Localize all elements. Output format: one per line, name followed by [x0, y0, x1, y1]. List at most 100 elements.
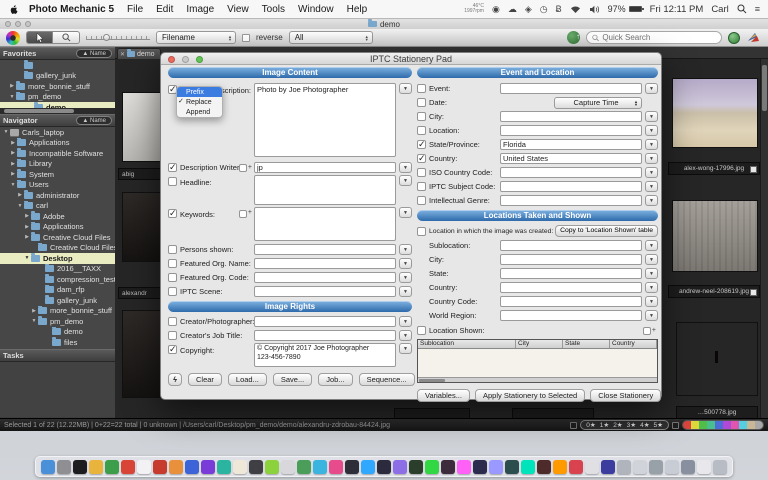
dock-app-icon[interactable] [553, 459, 567, 474]
clock-icon[interactable]: ◷ [540, 4, 548, 15]
disclosure-arrow-icon[interactable]: ▼ [2, 129, 10, 135]
disclosure-arrow-icon[interactable]: ▶ [8, 83, 16, 89]
slider-thumb[interactable] [103, 34, 110, 41]
featured-org-name-input[interactable] [254, 258, 396, 269]
status-badge-icon[interactable] [728, 31, 740, 44]
creator-job-title-checkbox[interactable] [168, 331, 177, 340]
shown-city-input[interactable] [500, 254, 642, 265]
state-province-input[interactable] [500, 139, 642, 150]
dock-app-icon[interactable] [281, 459, 295, 474]
volume-icon[interactable] [589, 5, 600, 14]
date-select[interactable]: Capture Time ▲ ▼ [554, 96, 642, 109]
dock-app-icon[interactable] [73, 459, 87, 474]
shown-country-input[interactable] [500, 282, 642, 293]
location-created-checkbox[interactable] [417, 226, 426, 236]
state-province-dropdown-button[interactable]: ▼ [645, 139, 658, 150]
country-input[interactable] [500, 153, 642, 164]
featured-org-code-dropdown-button[interactable]: ▼ [399, 272, 412, 283]
menu-user[interactable]: Carl [711, 4, 728, 15]
dock-app-icon[interactable] [345, 459, 359, 474]
description-dropdown-button[interactable]: ▼ [399, 83, 412, 94]
dock-app-icon[interactable] [681, 459, 695, 474]
creative-cloud-icon[interactable]: ☁ [508, 4, 517, 15]
menu-help[interactable]: Help [347, 4, 368, 15]
dock-app-icon[interactable] [137, 459, 151, 474]
navigator-item[interactable]: ▼ carl [0, 200, 115, 212]
menu-file[interactable]: File [127, 4, 143, 15]
load-button[interactable]: Load... [227, 373, 267, 386]
city-input[interactable] [500, 111, 642, 122]
headline-checkbox[interactable] [168, 177, 177, 186]
world-region-dropdown-button[interactable]: ▼ [645, 310, 658, 321]
menu-item-replace[interactable]: ✓ Replace [177, 97, 222, 107]
copyright-textarea[interactable]: © Copyright 2017 Joe Photographer 123-45… [254, 343, 396, 367]
event-checkbox[interactable] [417, 84, 426, 93]
color-class-swatch[interactable] [747, 421, 755, 429]
country-checkbox[interactable] [417, 153, 426, 164]
navigator-item[interactable]: ▶ Adobe [0, 211, 115, 222]
navigator-sort-button[interactable]: ▲ Name [76, 116, 112, 125]
dock-app-icon[interactable] [361, 459, 375, 474]
menu-app-name[interactable]: Photo Mechanic 5 [29, 4, 114, 15]
disclosure-arrow-icon[interactable]: ▼ [8, 94, 16, 100]
shown-country-dropdown-button[interactable]: ▼ [645, 282, 658, 293]
upload-globe-icon[interactable] [567, 31, 580, 44]
dock-app-icon[interactable] [617, 459, 631, 474]
intellectual-genre-input[interactable] [500, 195, 642, 206]
thumbnail-sunset[interactable] [676, 322, 758, 396]
sequence-button[interactable]: Sequence... [358, 373, 415, 386]
color-class-filter-checkbox[interactable] [672, 421, 679, 429]
iso-country-code-dropdown-button[interactable]: ▼ [645, 167, 658, 178]
date-checkbox[interactable] [417, 98, 426, 107]
reverse-checkbox[interactable] [242, 33, 250, 42]
dock-app-icon[interactable] [57, 459, 71, 474]
close-stationery-button[interactable]: Close Stationery [590, 389, 662, 402]
iso-country-code-input[interactable] [500, 167, 642, 178]
dock-app-icon[interactable] [297, 459, 311, 474]
iptc-scene-input[interactable] [254, 286, 396, 297]
city-checkbox[interactable] [417, 112, 426, 121]
color-class-swatch[interactable] [715, 421, 723, 429]
color-class-swatch[interactable] [723, 421, 731, 429]
description-writers-add-checkbox[interactable] [238, 163, 247, 172]
thumbnail-partial[interactable] [122, 310, 161, 398]
dock-app-icon[interactable] [697, 459, 711, 474]
keywords-add-checkbox[interactable] [238, 210, 247, 218]
dock-app-icon[interactable] [569, 459, 583, 474]
navigator-item[interactable]: ▶ Creative Cloud Files [0, 232, 115, 243]
dock-app-icon[interactable] [153, 459, 167, 474]
sublocation-dropdown-button[interactable]: ▼ [645, 240, 658, 251]
rating-filter-checkbox[interactable] [570, 421, 578, 429]
tab-demo[interactable]: ✕ demo [117, 48, 161, 59]
zoom-tool-button[interactable] [53, 31, 80, 44]
disclosure-arrow-icon[interactable]: ▶ [9, 140, 17, 146]
apply-stationery-button[interactable]: Apply Stationery to Selected [474, 389, 586, 402]
disclosure-arrow-icon[interactable]: ▶ [23, 224, 31, 230]
disclosure-arrow-icon[interactable]: ▶ [23, 234, 31, 240]
tag-checkbox[interactable] [750, 289, 757, 296]
navigator-item[interactable]: ▼ pm_demo [0, 316, 115, 327]
dock-app-icon[interactable] [377, 459, 391, 474]
color-class-swatch[interactable] [691, 421, 699, 429]
dock-app-icon[interactable] [585, 459, 599, 474]
navigator-item[interactable]: 2016__TAXX [0, 263, 115, 275]
shown-city-dropdown-button[interactable]: ▼ [645, 254, 658, 265]
wifi-icon[interactable] [570, 5, 581, 14]
battery-status[interactable]: 97% [608, 4, 644, 14]
disclosure-arrow-icon[interactable]: ▶ [16, 192, 24, 198]
apple-menu-icon[interactable] [8, 4, 19, 15]
city-dropdown-button[interactable]: ▼ [645, 111, 658, 122]
iso-country-code-checkbox[interactable] [417, 168, 426, 177]
description-writers-checkbox[interactable] [168, 162, 177, 173]
color-class-swatch[interactable] [683, 421, 691, 429]
creator-checkbox[interactable] [168, 317, 177, 326]
navigator-item[interactable]: ▶ Library [0, 158, 115, 170]
variables-button[interactable]: Variables... [417, 389, 470, 402]
dock-app-icon[interactable] [537, 459, 551, 474]
thumbnail-beach[interactable] [672, 78, 758, 148]
sublocation-input[interactable] [500, 240, 642, 251]
favorites-item[interactable]: ▶ more_bonnie_stuff [0, 81, 115, 92]
window-controls[interactable] [5, 21, 31, 27]
menu-clock[interactable]: Fri 12:11 PM [650, 4, 704, 15]
dock-app-icon[interactable] [121, 459, 135, 474]
